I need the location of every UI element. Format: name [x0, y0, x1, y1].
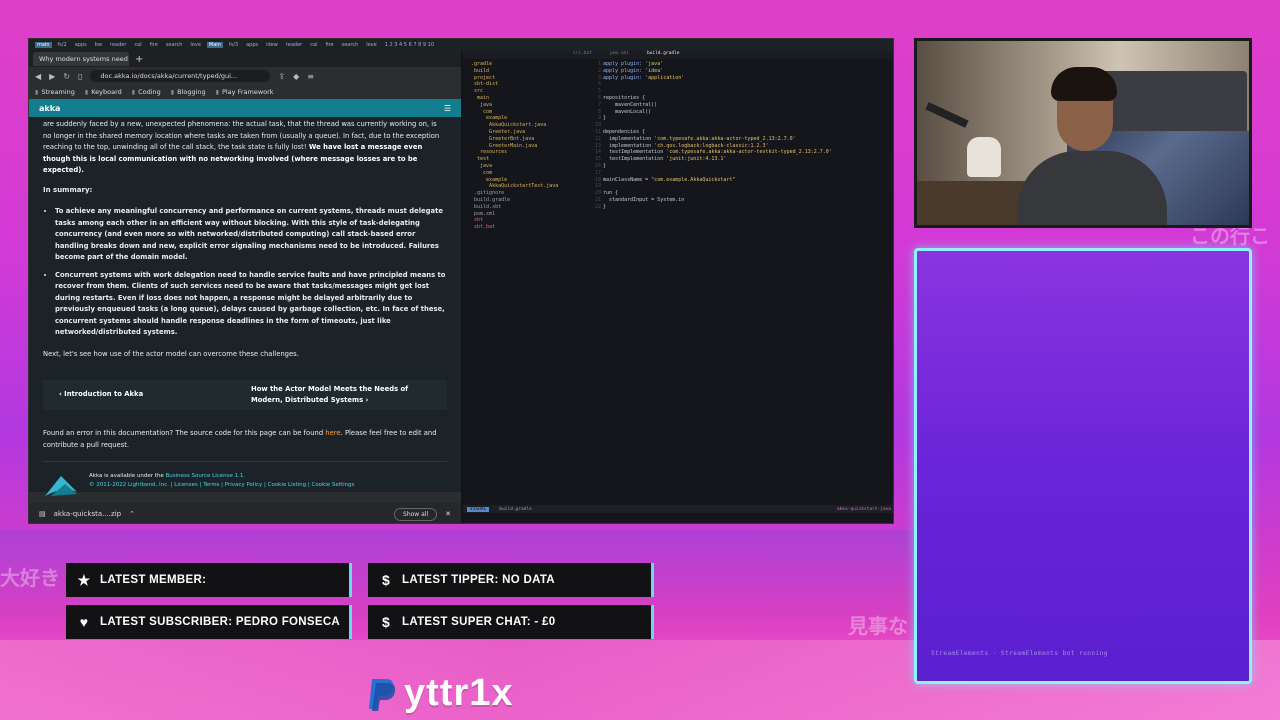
- line-numbers: 1 2 3 4 5 6 7 8 9 10 11 12 13 14 15 16 1…: [594, 61, 601, 210]
- close-icon[interactable]: ✕: [445, 510, 451, 518]
- editor-tab-active[interactable]: build.gradle: [647, 51, 680, 59]
- bookmark-streaming[interactable]: Streaming: [35, 88, 75, 96]
- show-all-button[interactable]: Show all: [394, 507, 438, 521]
- file-icon: ▤: [39, 510, 46, 518]
- menu-icon[interactable]: ≡: [307, 72, 314, 81]
- url-field[interactable]: doc.akka.io/docs/akka/current/typed/gui.…: [90, 70, 271, 82]
- bookmark-coding[interactable]: Coding: [132, 88, 161, 96]
- reload-icon[interactable]: ↻: [63, 72, 70, 81]
- doc-content: are suddenly faced by a new, unexpected …: [29, 117, 461, 496]
- alert-label: LATEST SUPER CHAT: - £0: [402, 616, 556, 628]
- summary-list: To achieve any meaningful concurrency an…: [55, 206, 447, 339]
- code-editor: src.bat pom.xml build.gradle .gradle build…: [463, 51, 893, 523]
- code-text[interactable]: apply plugin: 'java' apply plugin: 'idea…: [603, 61, 832, 211]
- share-icon[interactable]: ⇪: [278, 72, 285, 81]
- overlay-japanese-text: 大好き: [0, 566, 60, 590]
- download-file[interactable]: akka-quicksta....zip: [54, 510, 121, 518]
- license-link[interactable]: Business Source License 1.1.: [166, 473, 246, 479]
- dollar-icon: $: [381, 614, 391, 630]
- latest-super-chat-alert: $ LATEST SUPER CHAT: - £0: [368, 605, 654, 639]
- dollar-icon: $: [381, 572, 391, 588]
- akka-logo-icon: [45, 476, 77, 496]
- overlay-japanese-text: 見事な: [848, 614, 908, 638]
- next-page-link[interactable]: How the Actor Model Meets the Needs of M…: [251, 384, 431, 407]
- star-icon: ★: [77, 571, 91, 588]
- doc-paragraph: Next, let's see how use of the actor mod…: [43, 349, 299, 358]
- doc-footer: Akka is available under the Business Sou…: [43, 461, 447, 498]
- bookmark-icon[interactable]: ▯: [78, 72, 82, 81]
- bookmark-play-framework[interactable]: Play Framework: [216, 88, 274, 96]
- list-item: Concurrent systems with work delegation …: [55, 270, 447, 339]
- latest-member-alert: ★ LATEST MEMBER:: [66, 563, 352, 597]
- editor-tabs: src.bat pom.xml build.gradle: [463, 51, 893, 59]
- browser-window: Why modern systems need✕ + ◀ ▶ ↻ ▯ doc.a…: [29, 51, 461, 523]
- alert-label: LATEST MEMBER:: [100, 574, 207, 586]
- alert-label: LATEST SUBSCRIBER: PEDRO FONSECA: [100, 616, 341, 628]
- heart-icon: ♥: [79, 614, 89, 630]
- browser-tabbar: Why modern systems need✕ +: [29, 51, 461, 67]
- source-link[interactable]: here: [325, 429, 340, 437]
- extensions-icon[interactable]: ◆: [293, 72, 299, 81]
- akka-header: akka ☰: [29, 99, 461, 117]
- channel-name: yttr1x: [404, 672, 514, 714]
- copyright-line: © 2011-2022 Lightbend, Inc. | Licenses |…: [89, 482, 355, 488]
- page-navigation: ‹ Introduction to Akka How the Actor Mod…: [43, 380, 447, 410]
- bookmark-blogging[interactable]: Blogging: [171, 88, 206, 96]
- editor-statusline: VISUAL build.gradle akka-quickstart-java: [463, 505, 893, 513]
- bookmark-keyboard[interactable]: Keyboard: [85, 88, 122, 96]
- status-file: build.gradle: [499, 506, 532, 512]
- list-item: To achieve any meaningful concurrency an…: [55, 206, 447, 264]
- webcam-feed: [914, 38, 1252, 228]
- tab-title: Why modern systems need: [39, 55, 128, 63]
- download-bar: ▤ akka-quicksta....zip ⌃ Show all ✕: [29, 503, 461, 523]
- vim-mode: VISUAL: [467, 506, 490, 512]
- browser-tab[interactable]: Why modern systems need✕: [33, 52, 129, 66]
- latest-subscriber-alert: ♥ LATEST SUBSCRIBER: PEDRO FONSECA: [66, 605, 352, 639]
- akka-logo[interactable]: akka: [39, 104, 60, 113]
- edit-notice: Found an error in this documentation? Th…: [43, 429, 437, 449]
- screen-capture: main fs/2 apps bw reader cal fire search love Mai…: [28, 38, 894, 524]
- back-icon[interactable]: ◀: [35, 72, 41, 81]
- status-project: akka-quickstart-java: [836, 506, 891, 512]
- address-bar: ◀ ▶ ↻ ▯ doc.akka.io/docs/akka/current/ty…: [29, 67, 461, 85]
- forward-icon[interactable]: ▶: [49, 72, 55, 81]
- chevron-up-icon[interactable]: ⌃: [129, 510, 135, 518]
- channel-brand: yttr1x: [366, 672, 514, 715]
- panel-status-text: StreamElements · StreamElements bot runn…: [931, 650, 1108, 657]
- latest-tipper-alert: $ LATEST TIPPER: NO DATA: [368, 563, 654, 597]
- summary-heading: In summary:: [43, 185, 93, 194]
- paypal-icon: [369, 678, 396, 711]
- alert-label: LATEST TIPPER: NO DATA: [402, 574, 555, 586]
- doc-paragraph: are suddenly faced by a new, unexpected …: [43, 120, 440, 174]
- file-tree[interactable]: .gradle build project sbt-dist src main …: [463, 61, 573, 231]
- os-taskbar: main fs/2 apps bw reader cal fire search love Mai…: [29, 39, 893, 51]
- chat-panel: StreamElements · StreamElements bot runn…: [914, 248, 1252, 684]
- prev-page-link[interactable]: ‹ Introduction to Akka: [59, 389, 143, 401]
- hamburger-icon[interactable]: ☰: [444, 104, 451, 113]
- bookmarks-bar: Streaming Keyboard Coding Blogging Play …: [29, 85, 461, 99]
- new-tab-icon[interactable]: +: [135, 54, 143, 65]
- license-line: Akka is available under the Business Sou…: [89, 473, 246, 479]
